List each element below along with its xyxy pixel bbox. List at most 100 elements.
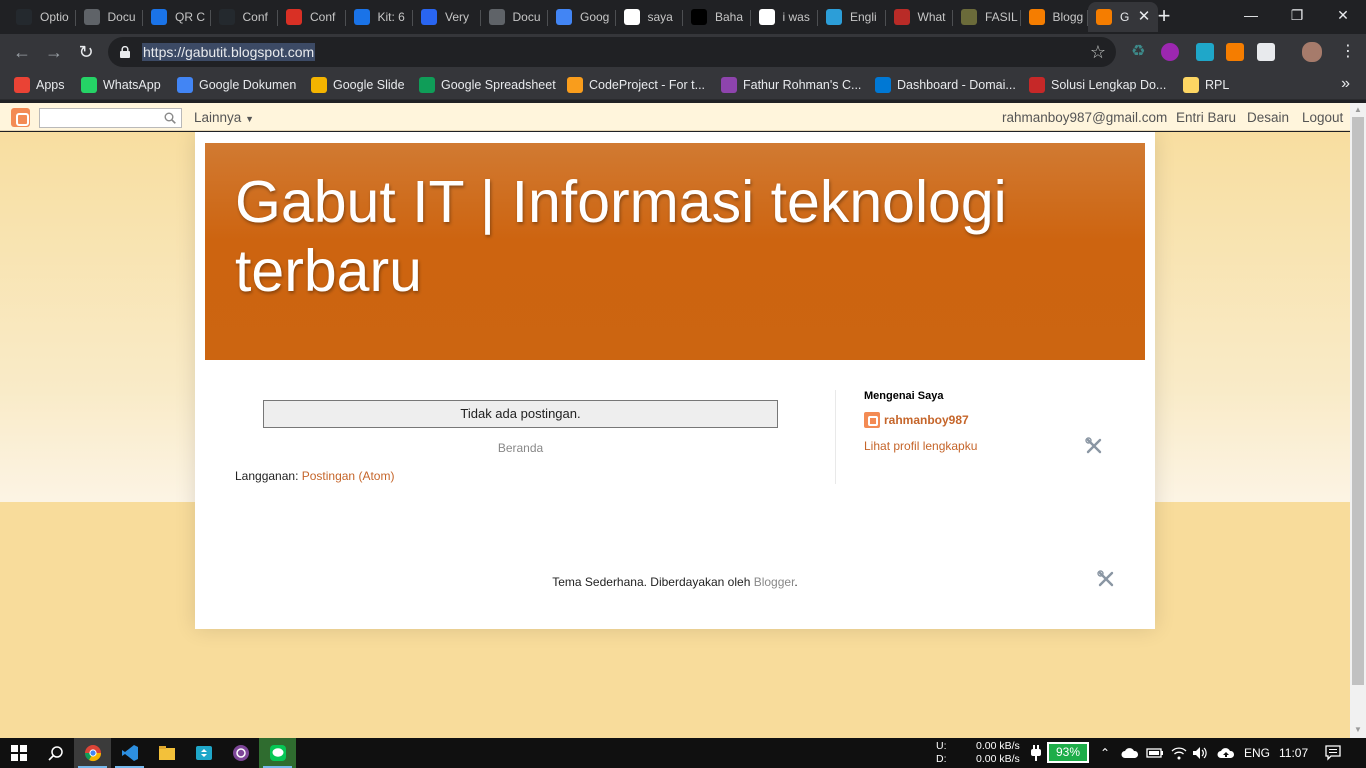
browser-tab[interactable]: QR C <box>143 2 211 32</box>
profile-name-link[interactable]: rahmanboy987 <box>884 413 969 427</box>
bookmark-star-icon[interactable]: ☆ <box>1090 42 1106 62</box>
bookmark-label: Google Spreadsheet <box>441 78 556 92</box>
design-link[interactable]: Desain <box>1247 110 1289 125</box>
edit-footer-tools-icon[interactable] <box>1097 570 1115 588</box>
browser-tab-active[interactable]: G ✕ <box>1088 2 1158 32</box>
bookmark-item[interactable]: Google Dokumen <box>177 76 296 94</box>
edit-widget-tools-icon[interactable] <box>1085 437 1103 455</box>
minimize-button[interactable]: — <box>1228 0 1274 30</box>
blogger-extension-icon[interactable] <box>1226 43 1244 61</box>
start-button[interactable] <box>0 738 37 768</box>
browser-tab[interactable]: Conf <box>211 2 279 32</box>
profile-avatar[interactable] <box>1302 42 1322 62</box>
browser-tab[interactable]: Conf <box>278 2 346 32</box>
search-button[interactable] <box>37 738 74 768</box>
search-icon[interactable] <box>164 112 176 124</box>
bookmark-item[interactable]: Fathur Rohman's C... <box>721 76 861 94</box>
power-plug-icon[interactable] <box>1028 744 1044 762</box>
browser-tab[interactable]: Baha <box>683 2 751 32</box>
ev-icon <box>826 9 842 25</box>
new-extension-icon[interactable] <box>1161 43 1179 61</box>
browser-tab[interactable]: Optio <box>8 2 76 32</box>
google-icon <box>758 9 775 25</box>
wifi-icon[interactable] <box>1171 746 1187 760</box>
bookmark-item[interactable]: Apps <box>14 76 65 94</box>
battery-tray-icon[interactable] <box>1146 746 1164 760</box>
taskbar-cast-app[interactable] <box>185 738 222 768</box>
browser-tab[interactable]: Engli <box>818 2 886 32</box>
cloud-upload-icon[interactable] <box>1217 746 1235 760</box>
tab-label: i was <box>782 10 810 24</box>
taskbar-line-app[interactable] <box>259 738 296 768</box>
page-scrollbar[interactable]: ▲ ▼ <box>1350 103 1366 738</box>
browser-tab[interactable]: Goog <box>548 2 616 32</box>
chrome-icon <box>84 745 101 762</box>
dn-icon <box>875 77 891 93</box>
volume-icon[interactable] <box>1192 746 1208 760</box>
logout-link[interactable]: Logout <box>1302 110 1343 125</box>
restore-button[interactable]: ❐ <box>1274 0 1320 30</box>
address-bar[interactable]: https://gabutit.blogspot.com ☆ <box>108 37 1116 67</box>
bookmark-item[interactable]: RPL <box>1183 76 1229 94</box>
new-post-link[interactable]: Entri Baru <box>1176 110 1236 125</box>
tab-label: QR C <box>175 10 205 24</box>
bookmarks-overflow-button[interactable]: » <box>1341 75 1350 93</box>
taskbar-chrome[interactable] <box>74 738 111 768</box>
atom-feed-link[interactable]: Postingan (Atom) <box>302 469 395 483</box>
recycle-extension-icon[interactable]: ♻ <box>1131 43 1149 61</box>
browser-tab[interactable]: FASIL <box>953 2 1021 32</box>
scroll-down-arrow-icon[interactable]: ▼ <box>1353 725 1363 735</box>
blog-title[interactable]: Gabut IT | Informasi teknologi terbaru <box>235 168 1115 306</box>
new-tab-button[interactable]: + <box>1152 5 1176 29</box>
browser-tab[interactable]: Docu <box>76 2 144 32</box>
full-profile-link[interactable]: Lihat profil lengkapku <box>864 439 977 453</box>
blog-search-input[interactable] <box>39 108 182 128</box>
more-menu[interactable]: Lainnya ▼ <box>194 110 254 125</box>
taskbar-search-icon <box>47 746 63 761</box>
tab-label: What <box>917 10 946 24</box>
browser-tab[interactable]: i was <box>751 2 819 32</box>
bookmark-item[interactable]: CodeProject - For t... <box>567 76 705 94</box>
taskbar-file-explorer[interactable] <box>148 738 185 768</box>
bookmark-item[interactable]: Google Spreadsheet <box>419 76 556 94</box>
bookmark-label: Google Dokumen <box>199 78 297 92</box>
window-close-button[interactable]: ✕ <box>1320 0 1366 30</box>
scrollbar-thumb[interactable] <box>1352 117 1364 685</box>
account-email[interactable]: rahmanboy987@gmail.com <box>1002 110 1167 125</box>
browser-tab[interactable]: Kit: 6 <box>346 2 414 32</box>
browser-tab[interactable]: Docu <box>481 2 549 32</box>
browser-tab[interactable]: Very <box>413 2 481 32</box>
taskbar-vscode[interactable] <box>111 738 148 768</box>
sheets-icon <box>419 77 435 93</box>
bookmark-item[interactable]: Solusi Lengkap Do... <box>1029 76 1166 94</box>
scroll-up-arrow-icon[interactable]: ▲ <box>1353 105 1363 115</box>
profile-row: rahmanboy987 <box>864 412 969 428</box>
bookmarks-bar: Apps WhatsApp Google Dokumen Google Slide Go… <box>0 70 1366 100</box>
language-indicator[interactable]: ENG <box>1244 746 1270 760</box>
show-hidden-icons-chevron-icon[interactable]: ⌃ <box>1100 746 1110 760</box>
cast-extension-icon[interactable] <box>1196 43 1214 61</box>
tab-label: Kit: 6 <box>377 10 405 24</box>
onedrive-cloud-icon[interactable] <box>1121 747 1139 759</box>
battery-indicator[interactable]: 93% <box>1047 742 1089 763</box>
menu-kebab-icon[interactable]: ⋮ <box>1334 38 1362 66</box>
browser-tab[interactable]: What <box>886 2 954 32</box>
home-link[interactable]: Beranda <box>263 441 778 455</box>
reader-extension-icon[interactable] <box>1257 43 1275 61</box>
blogger-logo-icon[interactable] <box>11 108 30 127</box>
clock[interactable]: 11:07 <box>1279 746 1308 760</box>
taskbar-tor-browser[interactable] <box>222 738 259 768</box>
url-text[interactable]: https://gabutit.blogspot.com <box>142 43 316 61</box>
forward-button[interactable]: → <box>40 38 68 66</box>
net-download-label: D: <box>936 753 947 765</box>
blogger-footer-link[interactable]: Blogger <box>754 575 795 589</box>
bookmark-item[interactable]: Google Slide <box>311 76 405 94</box>
back-button[interactable]: ← <box>8 38 36 66</box>
tab-close-icon[interactable]: ✕ <box>1136 9 1152 25</box>
action-center-icon[interactable] <box>1325 745 1341 761</box>
browser-tab[interactable]: Blogg <box>1021 2 1089 32</box>
reload-button[interactable]: ↻ <box>72 38 100 66</box>
bookmark-item[interactable]: WhatsApp <box>81 76 161 94</box>
bookmark-item[interactable]: Dashboard - Domai... <box>875 76 1016 94</box>
browser-tab[interactable]: saya <box>616 2 684 32</box>
